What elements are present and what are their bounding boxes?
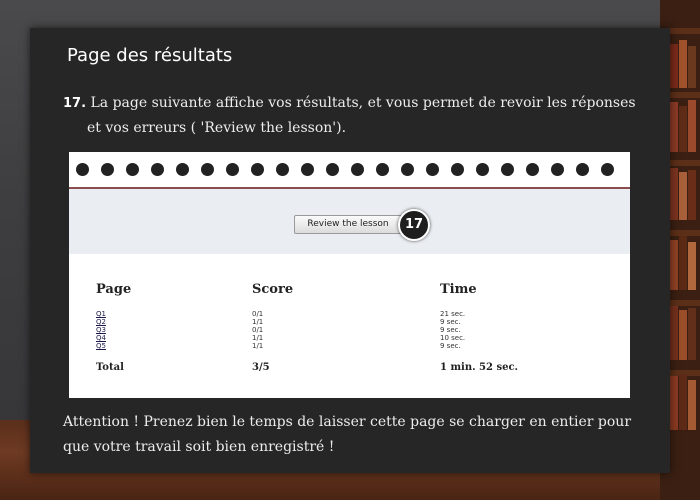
row-score: 1/1 <box>252 342 264 350</box>
row-time: 9 sec. <box>440 318 461 326</box>
results-table: Page Score Time Q1 0/1 21 sec. Q2 1/1 9 … <box>69 152 630 398</box>
row-page-link[interactable]: Q2 <box>96 318 106 326</box>
row-page-link[interactable]: Q5 <box>96 342 106 350</box>
row-score: 1/1 <box>252 334 264 342</box>
header-score: Score <box>252 282 294 297</box>
row-score: 1/1 <box>252 318 264 326</box>
step-number: 17. <box>63 96 87 111</box>
row-time: 9 sec. <box>440 342 461 350</box>
results-panel: Page des résultats 17. La page suivante … <box>30 28 670 473</box>
row-page-link[interactable]: Q4 <box>96 334 106 342</box>
total-score: 3/5 <box>252 362 270 373</box>
row-score: 0/1 <box>252 326 264 334</box>
row-page-link[interactable]: Q1 <box>96 310 106 318</box>
page-title: Page des résultats <box>67 45 233 66</box>
attention-line1: Attention ! Prenez bien le temps de lais… <box>63 414 632 430</box>
total-time: 1 min. 52 sec. <box>440 362 519 373</box>
step-text-line1: La page suivante affiche vos résultats, … <box>90 95 636 111</box>
row-page-link[interactable]: Q3 <box>96 326 106 334</box>
step-instruction: 17. La page suivante affiche vos résulta… <box>63 91 643 141</box>
header-page: Page <box>96 282 132 297</box>
header-time: Time <box>440 282 477 297</box>
row-score: 0/1 <box>252 310 264 318</box>
row-time: 21 sec. <box>440 310 466 318</box>
total-label: Total <box>96 362 124 373</box>
attention-line2: que votre travail soit bien enregistré ! <box>63 439 335 455</box>
row-time: 10 sec. <box>440 334 466 342</box>
results-screenshot: Review the lesson 17 Page Score Time Q1 … <box>69 152 630 398</box>
row-time: 9 sec. <box>440 326 461 334</box>
step-text-line2: et vos erreurs ( 'Review the lesson'). <box>87 120 347 136</box>
attention-note: Attention ! Prenez bien le temps de lais… <box>63 410 653 460</box>
